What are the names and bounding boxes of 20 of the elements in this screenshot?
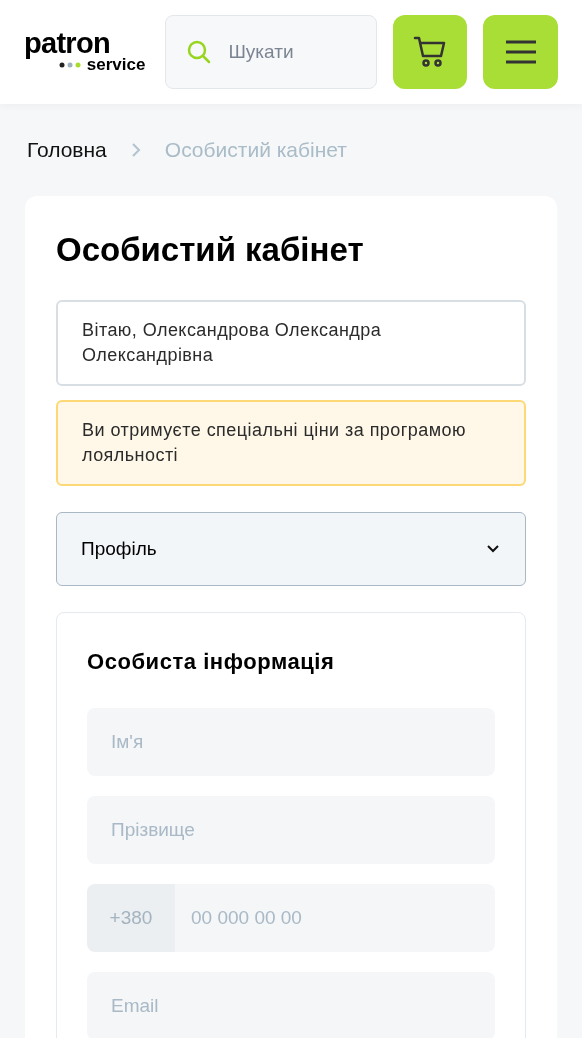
input-field[interactable]: Прізвище bbox=[87, 796, 495, 864]
logo-subtitle: service bbox=[86, 56, 146, 74]
breadcrumb-link[interactable]: Головна bbox=[27, 134, 107, 166]
page-title: Особистий кабінет bbox=[56, 230, 365, 270]
chevron-right-icon bbox=[130, 142, 141, 158]
loyalty-notice: Ви отримуєте спеціальні ціни за програмою лояльності bbox=[56, 400, 526, 486]
search-icon bbox=[186, 39, 213, 65]
section-dropdown[interactable]: Профіль bbox=[56, 512, 526, 586]
menu-icon bbox=[504, 40, 537, 64]
phone-field[interactable]: 00 000 00 00 bbox=[175, 884, 495, 952]
dots-icon bbox=[58, 62, 81, 68]
input-field[interactable]: Email bbox=[87, 972, 495, 1038]
menu-button[interactable] bbox=[483, 15, 558, 89]
section-heading: Особиста інформація bbox=[87, 648, 336, 676]
cart-button[interactable] bbox=[392, 15, 468, 89]
input-field[interactable]: Ім'я bbox=[87, 708, 495, 776]
greeting-message: Вітаю, Олександрова Олександра Олександрівна bbox=[56, 300, 526, 386]
chevron-down-icon bbox=[485, 544, 501, 554]
cart-icon bbox=[413, 36, 447, 68]
country-code: +380 bbox=[87, 884, 175, 952]
